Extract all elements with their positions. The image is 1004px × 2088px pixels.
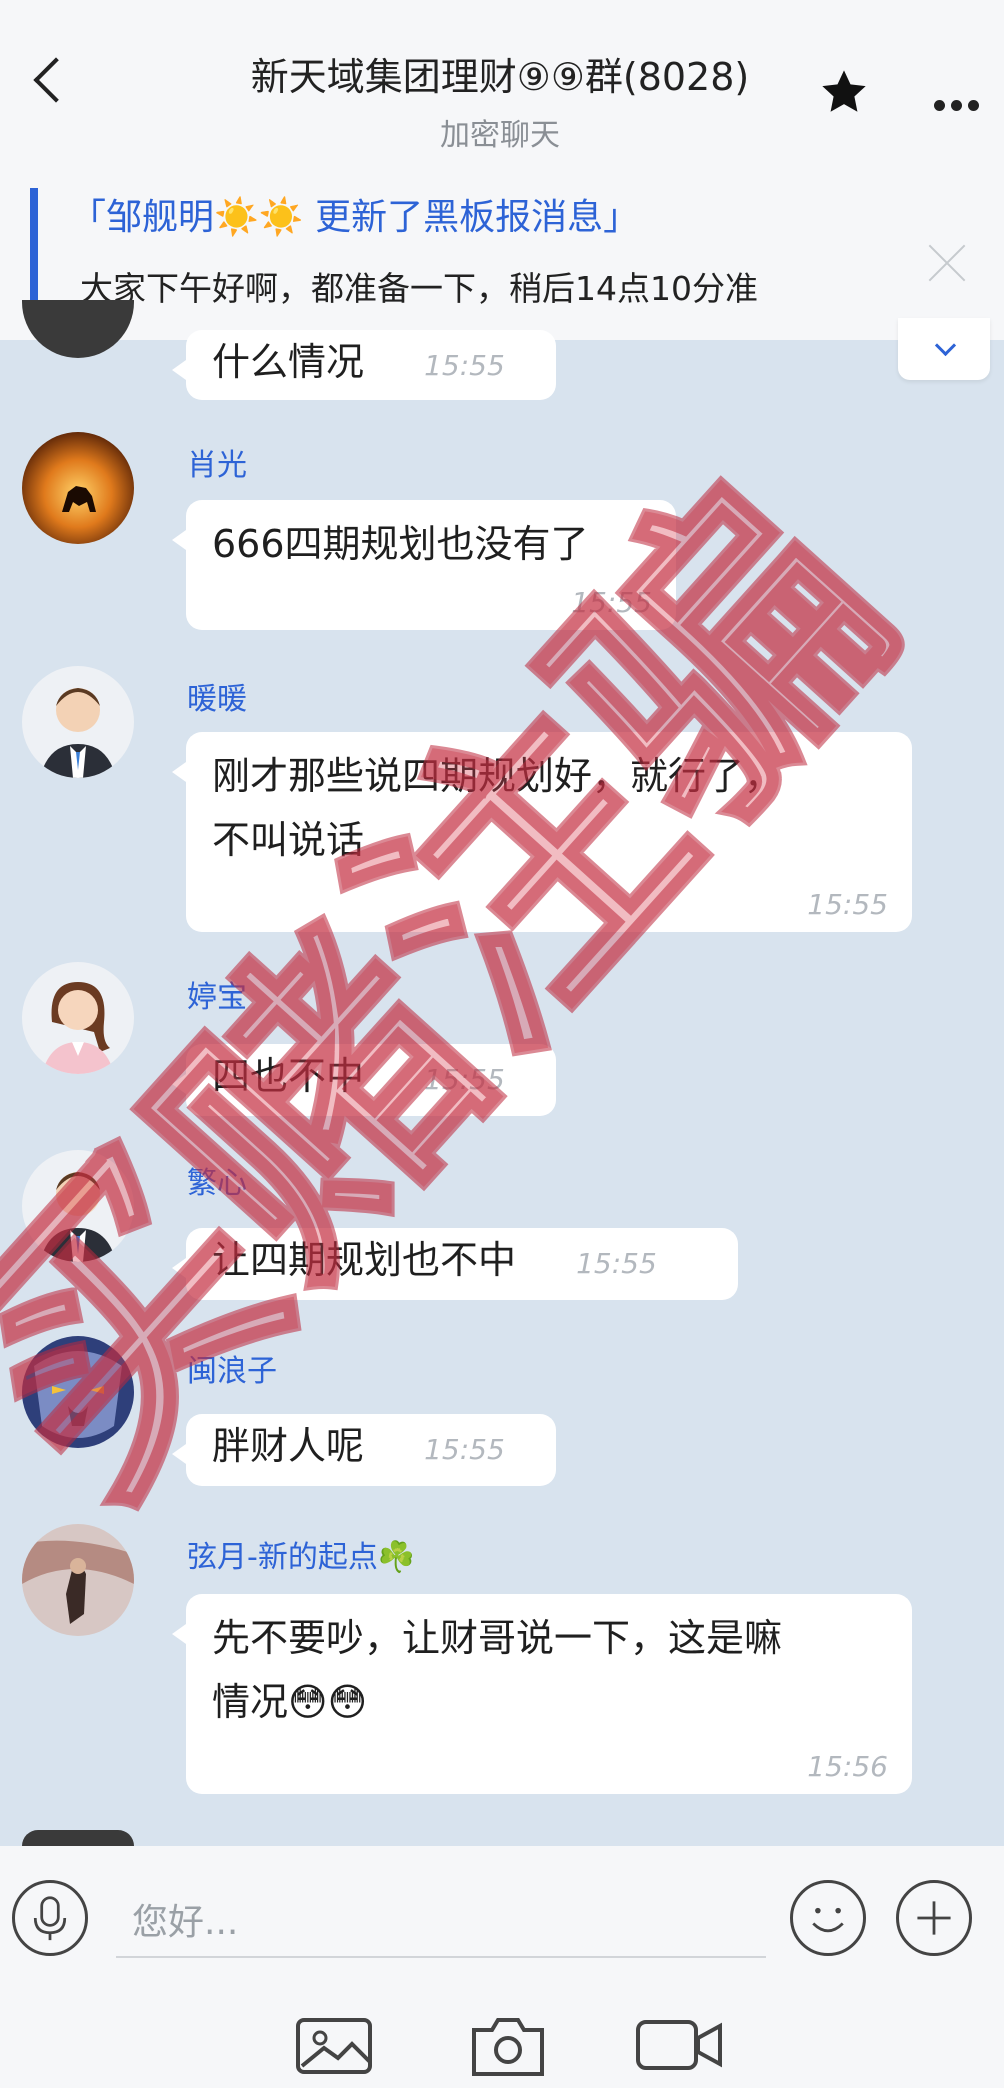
notice-text: 大家下午好啊，都准备一下，稍后14点10分准 — [80, 269, 758, 308]
notice-title: 「邹舰明☀️☀️ 更新了黑板报消息」 — [70, 197, 640, 238]
avatar[interactable] — [22, 1336, 134, 1448]
avatar[interactable] — [22, 666, 134, 778]
image-icon[interactable] — [292, 2010, 376, 2080]
star-icon[interactable] — [818, 66, 870, 118]
avatar[interactable] — [22, 432, 134, 544]
avatar[interactable] — [22, 1524, 134, 1636]
message-text: 666四期规划也没有了 — [212, 522, 589, 566]
message-time: 15:56 — [807, 1750, 888, 1783]
close-icon[interactable] — [924, 240, 970, 286]
chat-title: 新天域集团理财⑨⑨群(8028) — [250, 55, 750, 99]
message-bubble[interactable]: 让四期规划也不中 15:55 — [172, 1228, 738, 1300]
message-text: 让四期规划也不中 — [212, 1238, 517, 1282]
plus-icon[interactable] — [896, 1880, 972, 1956]
message-text-line: 情况😳😳 — [212, 1680, 368, 1724]
avatar[interactable] — [22, 962, 134, 1074]
avatar[interactable] — [22, 1830, 134, 1846]
more-options-icon[interactable] — [934, 92, 985, 116]
message-text-line: 不叫说话 — [212, 818, 365, 862]
video-icon[interactable] — [632, 2010, 728, 2080]
message-text: 什么情况 — [212, 340, 365, 384]
message-text-line: 刚才那些说四期规划好，就行了， — [212, 754, 783, 798]
sender-name[interactable]: 暖暖 — [187, 674, 247, 718]
chat-subtitle: 加密聊天 — [440, 118, 560, 153]
message-input[interactable]: 您好... — [116, 1888, 766, 1958]
sender-name[interactable]: 繁心 — [187, 1158, 247, 1202]
message-time: 15:55 — [424, 349, 505, 382]
message-time: 15:55 — [424, 1063, 505, 1096]
scroll-down-button[interactable] — [898, 318, 990, 380]
emoji-icon[interactable] — [790, 1880, 866, 1956]
sender-name[interactable]: 弦月-新的起点☘️ — [187, 1532, 415, 1576]
avatar[interactable] — [22, 1150, 134, 1262]
message-time: 15:55 — [424, 1433, 505, 1466]
back-chevron-icon[interactable] — [33, 57, 79, 103]
message-time: 15:55 — [571, 586, 652, 619]
microphone-icon[interactable] — [12, 1880, 88, 1956]
chat-header: 新天域集团理财⑨⑨群(8028) 加密聊天 — [0, 0, 1004, 153]
message-text-line: 先不要吵，让财哥说一下，这是嘛 — [212, 1616, 783, 1660]
avatar[interactable] — [22, 300, 134, 358]
message-text: 四也不中 — [212, 1054, 365, 1098]
message-bubble[interactable]: 胖财人呢 15:55 — [172, 1414, 556, 1486]
sender-name[interactable]: 婷宝 — [187, 972, 247, 1016]
message-text: 胖财人呢 — [212, 1424, 365, 1468]
message-time: 15:55 — [807, 888, 888, 921]
pinned-notice[interactable]: 「邹舰明☀️☀️ 更新了黑板报消息」 大家下午好啊，都准备一下，稍后14点10分… — [0, 150, 1004, 340]
notice-accent-bar — [30, 188, 38, 318]
message-bubble[interactable]: 666四期规划也没有了 15:55 — [172, 500, 676, 630]
message-bubble[interactable]: 四也不中 15:55 — [172, 1044, 556, 1116]
sender-name[interactable]: 肖光 — [187, 440, 247, 484]
message-bubble[interactable]: 刚才那些说四期规划好，就行了， 不叫说话 15:55 — [172, 732, 912, 932]
message-time: 15:55 — [576, 1247, 657, 1280]
message-bubble[interactable]: 什么情况 15:55 — [172, 330, 556, 400]
sender-name[interactable]: 闽浪子 — [187, 1346, 277, 1390]
camera-icon[interactable] — [466, 2010, 550, 2080]
message-bubble[interactable]: 先不要吵，让财哥说一下，这是嘛 情况😳😳 15:56 — [172, 1594, 912, 1794]
